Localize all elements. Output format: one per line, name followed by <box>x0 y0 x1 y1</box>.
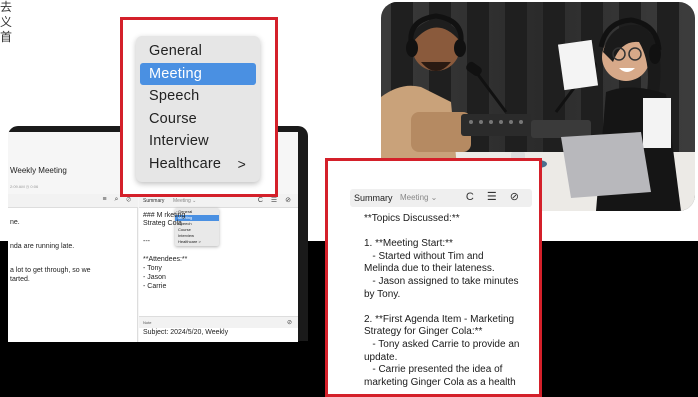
menu-item-speech[interactable]: Speech <box>136 85 260 108</box>
menu-item-label: Course <box>149 110 197 127</box>
note-section-header: Note ⊘ <box>139 316 298 328</box>
menu-item-label: Interview <box>149 133 209 149</box>
summary-tab[interactable]: Summary <box>354 193 393 203</box>
note-subject: Subject: 2024/5/20, Weekly <box>143 329 229 336</box>
summary-line: - Tony <box>143 265 162 272</box>
transcript-pane: ≡ ⌕ ⊘ ne. nda are running late. a lot to… <box>8 194 138 342</box>
note-icon[interactable]: ⊘ <box>287 319 292 326</box>
menu-item-interview[interactable]: Interview <box>136 130 260 153</box>
menu-item-healthcare[interactable]: Healthcare > <box>136 153 260 176</box>
chevron-right-icon: > <box>237 155 246 172</box>
summary-line: - Jason <box>143 274 166 281</box>
summary-line: - Carrie <box>143 283 167 290</box>
summary-panel-text: **Topics Discussed:** 1. **Meeting Start… <box>364 213 520 388</box>
summary-line: --- <box>143 238 150 245</box>
transcript-line: tarted. <box>10 276 30 283</box>
template-select[interactable]: Meeting ⌄ <box>400 193 437 202</box>
recording-meta: 2:09 AM ◷ 0:06 <box>10 184 39 189</box>
window-title: Weekly Meeting <box>10 166 67 175</box>
promo-canvas: 去 义 首 Weekly Meeting 2:09 AM ◷ 0:06 ≡ ⌕ … <box>0 0 698 397</box>
menu-item-meeting[interactable]: Meeting <box>140 62 256 85</box>
summary-tab[interactable]: Summary <box>143 198 164 204</box>
menu-item-label: Meeting <box>149 65 202 82</box>
note-label: Note <box>143 320 152 325</box>
summary-line: **Attendees:** <box>143 256 188 263</box>
menu-item-label: General <box>149 43 202 59</box>
summary-toolbar-icons[interactable]: C ☰ ⊘ <box>258 196 294 204</box>
summary-line: Strateg Cola <box>143 220 182 227</box>
template-select[interactable]: Meeting ⌄ <box>173 198 196 204</box>
highlight-frame-summary: Summary Meeting ⌄ C ☰ ⊘ **Topics Discuss… <box>325 158 542 397</box>
summary-panel-icons[interactable]: C ☰ ⊘ <box>466 190 524 203</box>
cropped-text-fragment: 去 义 首 <box>0 0 13 44</box>
transcript-toolbar: ≡ ⌕ ⊘ <box>8 194 138 208</box>
transcript-line: ne. <box>10 219 20 226</box>
template-dropdown-menu: General Meeting Speech Course Interview … <box>136 36 260 182</box>
menu-item-general[interactable]: General <box>136 40 260 63</box>
transcript-line: nda are running late. <box>10 243 75 250</box>
summary-panel-toolbar: Summary Meeting ⌄ C ☰ ⊘ <box>350 189 532 207</box>
menu-item-course[interactable]: Course <box>136 108 260 131</box>
mini-menu-item[interactable]: Healthcare > <box>175 239 219 245</box>
summary-line: ### M rketing <box>143 212 186 219</box>
transcript-line: a lot to get through, so we <box>10 267 91 274</box>
menu-item-label: Speech <box>149 88 200 104</box>
transcript-toolbar-icons[interactable]: ≡ ⌕ ⊘ <box>103 196 134 204</box>
highlight-frame-dropdown: General Meeting Speech Course Interview … <box>120 17 278 197</box>
summary-pane: Summary Meeting ⌄ C ☰ ⊘ General Meeting … <box>139 194 298 342</box>
menu-item-label: Healthcare <box>149 155 222 172</box>
